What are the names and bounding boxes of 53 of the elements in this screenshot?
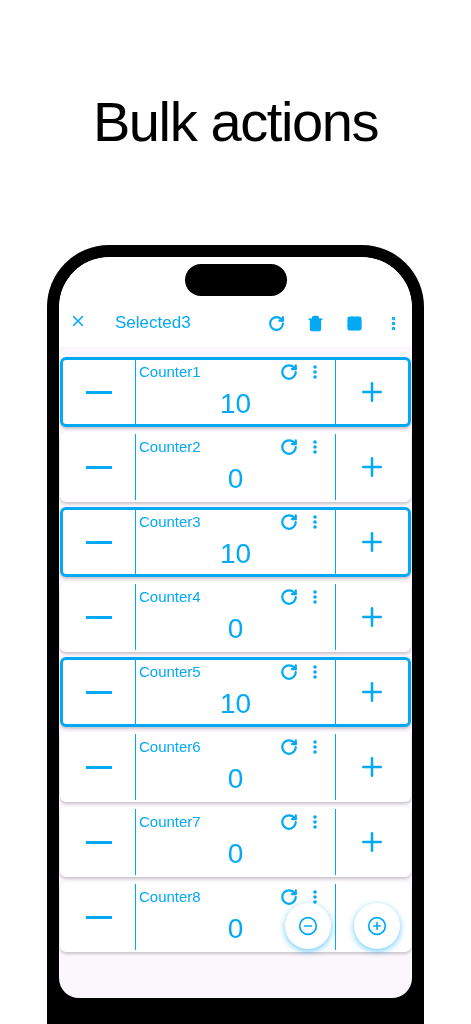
counter-card[interactable]: Counter2 0 (60, 432, 411, 502)
more-icon[interactable] (313, 590, 317, 604)
minus-icon (86, 465, 112, 469)
counter-value: 0 (227, 765, 244, 793)
more-icon[interactable] (313, 515, 317, 529)
reset-icon[interactable] (280, 888, 298, 906)
counter-name: Counter3 (139, 511, 201, 532)
reset-icon[interactable] (280, 363, 298, 381)
plus-circle-icon (367, 916, 387, 936)
reset-icon[interactable] (280, 513, 298, 531)
counter-value: 10 (219, 690, 252, 718)
reset-icon[interactable] (280, 438, 298, 456)
counter-card[interactable]: Counter3 10 (60, 507, 411, 577)
counter-name: Counter1 (139, 361, 201, 382)
headline: Bulk actions (92, 88, 379, 155)
counter-name: Counter8 (139, 886, 201, 907)
minus-icon (86, 690, 112, 694)
minus-circle-icon (298, 916, 318, 936)
counter-value: 0 (227, 915, 244, 943)
minus-icon (86, 840, 112, 844)
more-icon[interactable] (313, 740, 317, 754)
counter-name: Counter5 (139, 661, 201, 682)
counter-card[interactable]: Counter7 0 (60, 807, 411, 877)
toolbar-title: Selected3 (115, 311, 191, 334)
counter-card[interactable]: Counter1 10 (60, 357, 411, 427)
counter-value: 0 (227, 615, 244, 643)
more-icon[interactable] (313, 365, 317, 379)
reset-icon[interactable] (280, 813, 298, 831)
minus-icon (86, 765, 112, 769)
minus-icon (86, 540, 112, 544)
reset-icon[interactable] (280, 738, 298, 756)
counter-name: Counter7 (139, 811, 201, 832)
more-icon[interactable] (313, 815, 317, 829)
reset-icon[interactable] (280, 588, 298, 606)
counter-card[interactable]: Counter5 10 (60, 657, 411, 727)
counter-value: 0 (227, 840, 244, 868)
reset-icon[interactable] (280, 663, 298, 681)
counter-name: Counter4 (139, 586, 201, 607)
counter-name: Counter2 (139, 436, 201, 457)
more-icon[interactable] (313, 665, 317, 679)
delete-icon[interactable] (307, 315, 324, 332)
minus-icon (86, 615, 112, 619)
counter-value: 10 (219, 390, 252, 418)
counter-card[interactable]: Counter6 0 (60, 732, 411, 802)
more-icon[interactable] (313, 890, 317, 904)
reset-icon[interactable] (268, 315, 285, 332)
more-icon[interactable] (313, 440, 317, 454)
counter-value: 10 (219, 540, 252, 568)
minus-icon (86, 390, 112, 394)
counter-card[interactable]: Counter4 0 (60, 582, 411, 652)
counter-value: 0 (227, 465, 244, 493)
minus-icon (86, 915, 112, 919)
counter-name: Counter6 (139, 736, 201, 757)
